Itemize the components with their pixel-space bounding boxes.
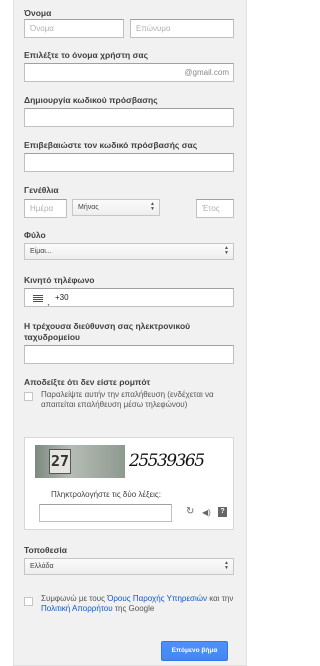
username-label: Επιλέξτε το όνομα χρήστη σας xyxy=(24,50,149,60)
greece-flag-icon[interactable] xyxy=(33,295,43,302)
birth-month-value: Μήνας xyxy=(78,204,99,211)
confirm-password-input[interactable] xyxy=(24,153,234,172)
help-icon[interactable]: ? xyxy=(218,507,227,517)
gender-value: Είμαι... xyxy=(30,248,52,255)
current-email-input[interactable] xyxy=(24,345,234,364)
birth-day-input[interactable]: Ημέρα xyxy=(24,199,67,218)
password-input[interactable] xyxy=(24,108,234,127)
captcha-prompt: Πληκτρολογήστε τις δύο λέξεις: xyxy=(51,490,161,499)
captcha-photo: 27 xyxy=(35,445,125,478)
captcha-input[interactable] xyxy=(39,504,172,522)
terms-text: Συμφωνώ με τους Όρους Παροχής Υπηρεσιών … xyxy=(41,594,236,614)
location-label: Τοποθεσία xyxy=(24,545,68,555)
agree-terms-checkbox[interactable] xyxy=(24,597,33,606)
phone-label: Κινητό τηλέφωνο xyxy=(24,275,95,285)
terms-suffix: της Google xyxy=(112,604,155,613)
captcha-box: 27 25539365 Πληκτρολογήστε τις δύο λέξει… xyxy=(24,437,234,530)
captcha-house-number: 27 xyxy=(49,449,71,474)
gmail-suffix: @gmail.com xyxy=(184,68,229,77)
username-input[interactable]: @gmail.com xyxy=(24,63,234,82)
privacy-policy-link[interactable]: Πολιτική Απορρήτου xyxy=(41,604,113,613)
audio-icon[interactable]: ◀) xyxy=(202,506,211,520)
name-label: Όνομα xyxy=(24,8,52,18)
phone-input[interactable]: ▼ +30 xyxy=(24,288,234,307)
gender-select[interactable]: Είμαι... ▲ ▼ xyxy=(24,243,234,260)
gender-label: Φύλο xyxy=(24,230,46,240)
phone-country-code: +30 xyxy=(55,293,69,302)
first-name-input[interactable]: Όνομα xyxy=(24,19,124,38)
password-label: Δημιουργία κωδικού πρόσβασης xyxy=(24,95,158,105)
updown-arrow-icon: ▲ ▼ xyxy=(224,560,229,571)
robot-label: Αποδείξτε ότι δεν είστε ρομπότ xyxy=(24,377,151,387)
chevron-down-icon[interactable]: ▼ xyxy=(47,297,50,306)
last-name-input[interactable]: Επώνυμο xyxy=(130,19,234,38)
next-step-button[interactable]: Επόμενο βήμα xyxy=(161,641,228,661)
birth-month-select[interactable]: Μήνας ▲ ▼ xyxy=(72,199,160,216)
updown-arrow-icon: ▲ ▼ xyxy=(224,245,229,256)
birth-year-input[interactable]: Έτος xyxy=(196,199,234,218)
current-email-label: Η τρέχουσα διεύθυνση σας ηλεκτρονικού τα… xyxy=(24,321,191,342)
birthday-label: Γενέθλια xyxy=(24,185,59,195)
captcha-text: 25539365 xyxy=(129,451,205,471)
updown-arrow-icon: ▲ ▼ xyxy=(150,201,155,212)
terms-and: και την xyxy=(207,594,234,603)
skip-verification-checkbox[interactable] xyxy=(24,392,33,401)
location-value: Ελλάδα xyxy=(30,563,54,570)
confirm-password-label: Επιβεβαιώστε τον κωδικό πρόσβασής σας xyxy=(24,140,198,150)
signup-form-panel: Όνομα Όνομα Επώνυμο Επιλέξτε το όνομα χρ… xyxy=(13,0,247,666)
location-select[interactable]: Ελλάδα ▲ ▼ xyxy=(24,558,234,575)
skip-verification-text: Παραλείψτε αυτήν την επαλήθευση (ενδέχετ… xyxy=(41,390,214,409)
refresh-icon[interactable]: ↻ xyxy=(186,505,194,519)
terms-prefix: Συμφωνώ με τους xyxy=(41,594,108,603)
terms-of-service-link[interactable]: Όρους Παροχής Υπηρεσιών xyxy=(107,594,207,603)
